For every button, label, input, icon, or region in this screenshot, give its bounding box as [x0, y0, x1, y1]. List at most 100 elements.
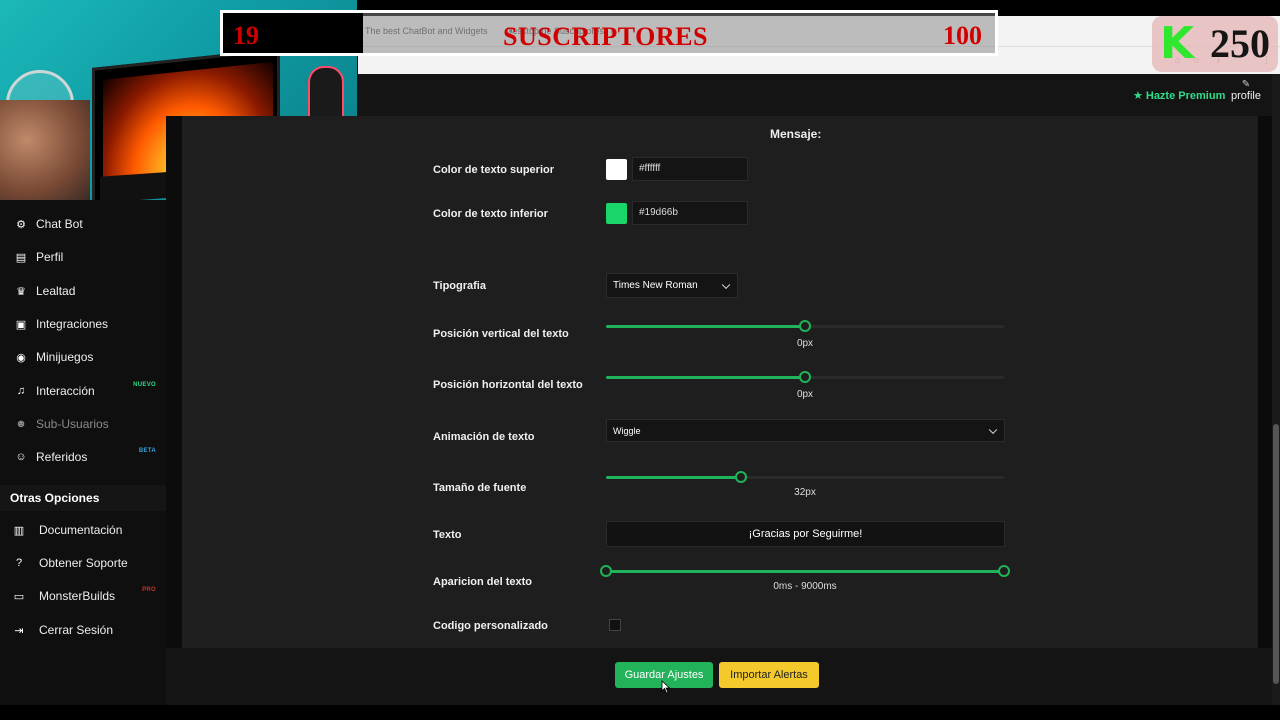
text-input[interactable]: ¡Gracias por Seguirme! — [606, 521, 1005, 547]
subscriber-title: SUSCRIPTORES — [503, 22, 708, 51]
slider-fill — [606, 325, 805, 328]
sidebar-item-label: Minijuegos — [36, 350, 94, 364]
vertical-position-label: Posición vertical del texto — [433, 328, 569, 340]
taskbar-strip — [0, 705, 1280, 720]
star-icon: ★ — [1133, 90, 1143, 102]
sidebar-item-integraciones[interactable]: ▣ Integraciones — [0, 309, 166, 339]
premium-link[interactable]: ★ Hazte Premium — [1133, 89, 1226, 103]
book-icon: ▥ — [13, 524, 25, 537]
user-group-icon: ☺ — [15, 451, 27, 463]
laptop-icon: ▭ — [13, 590, 25, 603]
text-label: Texto — [433, 529, 462, 541]
question-icon: ? — [15, 557, 23, 569]
content-gutter — [166, 116, 182, 705]
import-alerts-button[interactable]: Importar Alertas — [719, 662, 819, 688]
horizontal-position-value: 0px — [796, 389, 814, 400]
animation-select[interactable]: Wiggle — [606, 419, 1005, 442]
bottom-text-color-input[interactable]: #19d66b — [632, 201, 748, 225]
sidebar-item-sub-usuarios[interactable]: ☻ Sub-Usuarios — [0, 409, 166, 439]
pencil-icon: ✎ — [1241, 79, 1251, 90]
sidebar-item-label: Interacción — [36, 384, 95, 398]
sidebar-item-documentacion[interactable]: ▥ Documentación — [0, 515, 166, 545]
sidebar-item-label: Integraciones — [36, 317, 109, 331]
sidebar-item-monsterbuilds[interactable]: ▭ MonsterBuilds PRO — [0, 581, 166, 611]
sidebar-item-label: MonsterBuilds — [39, 589, 116, 603]
animation-value: Wiggle — [613, 425, 641, 436]
slider-fill — [606, 476, 742, 479]
appearance-range-slider[interactable] — [600, 565, 1010, 577]
kick-counter: K 250 — [1152, 16, 1278, 72]
sidebar-item-label: Chat Bot — [36, 217, 83, 231]
sidebar-item-label: Sub-Usuarios — [36, 417, 109, 431]
top-text-color-swatch[interactable] — [606, 159, 627, 180]
font-size-slider[interactable] — [606, 471, 1004, 483]
sidebar-item-cerrar-sesion[interactable]: ⇥ Cerrar Sesión — [0, 615, 166, 645]
slider-thumb[interactable] — [799, 320, 811, 332]
sidebar-item-label: Cerrar Sesión — [39, 623, 114, 637]
chevron-down-icon — [721, 280, 731, 289]
streamer-image — [0, 100, 90, 200]
slider-fill — [606, 376, 805, 379]
new-badge: NUEVO — [133, 382, 156, 388]
slider-fill — [606, 570, 1004, 573]
slider-thumb[interactable] — [799, 371, 811, 383]
app-root: The best ChatBot and Widgets × Desktop d… — [0, 0, 1280, 720]
settings-panel — [182, 116, 1258, 648]
vertical-position-value: 0px — [796, 338, 814, 349]
sidebar-item-label: Obtener Soporte — [39, 556, 128, 570]
logout-icon: ⇥ — [14, 624, 24, 637]
robot-icon: ⚙ — [16, 218, 26, 231]
beta-badge: BETA — [138, 448, 156, 454]
bottom-text-color-label: Color de texto inferior — [433, 208, 548, 220]
sidebar-section-title: Otras Opciones — [0, 485, 166, 511]
sidebar-item-soporte[interactable]: ? Obtener Soporte — [0, 548, 166, 578]
range-end-thumb[interactable] — [998, 565, 1010, 577]
gamepad-icon: ◉ — [16, 351, 26, 364]
top-text-color-input[interactable]: #ffffff — [632, 157, 748, 181]
sidebar-item-label: Perfil — [36, 250, 64, 264]
music-icon: ♫ — [16, 385, 26, 397]
sidebar-item-interaccion[interactable]: ♫ Interacción NUEVO — [0, 376, 166, 406]
sidebar-item-referidos[interactable]: ☺ Referidos BETA — [0, 442, 166, 472]
horizontal-position-slider[interactable] — [606, 371, 1004, 383]
appearance-label: Aparicion del texto — [433, 576, 533, 588]
kick-logo: K — [1160, 18, 1195, 69]
sidebar-item-label: Referidos — [36, 450, 88, 464]
subscriber-goal: 100 — [943, 21, 982, 50]
kick-count: 250 — [1210, 21, 1270, 66]
users-icon: ☻ — [15, 418, 27, 430]
pro-badge: PRO — [142, 587, 156, 593]
mouse-cursor-icon — [661, 680, 671, 694]
sidebar-item-label: Documentación — [39, 523, 123, 537]
sidebar-item-chat-bot[interactable]: ⚙ Chat Bot — [0, 209, 166, 239]
chevron-down-icon — [988, 425, 998, 434]
profile-link[interactable]: ✎ profile — [1231, 79, 1261, 103]
trophy-icon: ♛ — [16, 285, 26, 298]
appearance-value: 0ms - 9000ms — [773, 581, 837, 592]
top-text-color-label: Color de texto superior — [433, 164, 555, 176]
sidebar-item-perfil[interactable]: ▤ Perfil — [0, 242, 166, 272]
typography-value: Times New Roman — [613, 280, 698, 291]
custom-code-label: Codigo personalizado — [433, 620, 548, 632]
sidebar: ⚙ Chat Bot ▤ Perfil ♛ Lealtad ▣ Integrac… — [0, 200, 166, 705]
page-scrollbar[interactable] — [1272, 74, 1280, 705]
profile-label: profile — [1231, 90, 1261, 102]
subscriber-count: 19 — [233, 21, 259, 50]
vertical-position-slider[interactable] — [606, 320, 1004, 332]
font-size-value: 32px — [794, 487, 816, 498]
font-size-label: Tamaño de fuente — [433, 482, 527, 494]
typography-select[interactable]: Times New Roman — [606, 273, 738, 298]
premium-label: Hazte Premium — [1145, 89, 1226, 102]
custom-code-checkbox[interactable] — [609, 619, 621, 631]
sidebar-item-lealtad[interactable]: ♛ Lealtad — [0, 276, 166, 306]
typography-label: Tipografia — [433, 280, 486, 292]
scrollbar-thumb[interactable] — [1273, 424, 1279, 684]
plug-icon: ▣ — [15, 318, 27, 331]
horizontal-position-label: Posición horizontal del texto — [433, 379, 583, 391]
sidebar-item-minijuegos[interactable]: ◉ Minijuegos — [0, 342, 166, 372]
sidebar-item-label: Lealtad — [36, 284, 76, 298]
bottom-text-color-swatch[interactable] — [606, 203, 627, 224]
range-start-thumb[interactable] — [600, 565, 612, 577]
id-card-icon: ▤ — [15, 251, 27, 264]
subscriber-goal-bar: 19 SUSCRIPTORES 100 — [220, 10, 998, 56]
